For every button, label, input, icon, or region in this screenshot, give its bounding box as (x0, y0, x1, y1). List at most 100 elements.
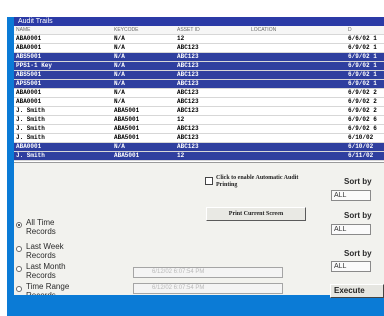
cell-asset-id: ABC123 (177, 53, 199, 60)
table-row[interactable]: J. Smith ABA5001 ABC123 6/9/02 2 (14, 107, 384, 116)
cell-name: ABA0001 (16, 44, 42, 51)
cell-name: ABA0001 (16, 98, 42, 105)
radio-all-time[interactable]: All Time Records (16, 218, 86, 236)
sort-by-select-2[interactable]: ALL (331, 224, 371, 235)
cell-location (251, 62, 313, 70)
cell-name: PPS1-1 Key (16, 62, 53, 69)
cell-keycode: ABA5001 (114, 116, 140, 123)
col-location[interactable]: LOCATION (251, 26, 313, 34)
cell-keycode: N/A (114, 44, 125, 51)
table-row[interactable]: J. Smith ABA5001 12 6/9/02 6 (14, 116, 384, 125)
cell-location (251, 80, 313, 88)
cell-keycode: N/A (114, 89, 125, 96)
col-keycode[interactable]: KEYCODE (114, 26, 174, 34)
table-row[interactable]: ABA0001 N/A ABC123 6/10/02 (14, 143, 384, 152)
table-row[interactable]: J. Smith ABA5001 ABC123 6/9/02 6 (14, 125, 384, 134)
radio-label: Last Week Records (26, 242, 64, 260)
cell-name: APS5001 (16, 80, 42, 87)
cell-asset-id: ABC123 (177, 44, 199, 51)
radio-label: Time Range Records (26, 282, 70, 295)
radio-last-week[interactable]: Last Week Records (16, 242, 86, 260)
cell-keycode: N/A (114, 98, 125, 105)
radio-label: All Time Records (26, 218, 56, 236)
cell-asset-id: ABC123 (177, 71, 199, 78)
print-screen-button[interactable]: Print Current Screen (206, 207, 306, 221)
date-from-field[interactable]: 6/12/02 6:07:54 PM (133, 267, 283, 278)
cell-asset-id: ABC123 (177, 98, 199, 105)
col-asset-id[interactable]: ASSET ID (177, 26, 247, 34)
cell-date: 6/9/02 1 (348, 71, 377, 78)
col-name[interactable]: NAME (16, 26, 114, 34)
cell-asset-id: ABC123 (177, 107, 199, 114)
audit-grid[interactable]: NAME KEYCODE ASSET ID LOCATION D ABA0001… (14, 26, 384, 163)
cell-location (251, 107, 313, 115)
cell-location (251, 152, 313, 160)
cell-date: 6/9/02 1 (348, 62, 377, 69)
radio-time-range[interactable]: Time Range Records (16, 282, 86, 295)
sort-by-label-2: Sort by (344, 211, 372, 220)
cell-asset-id: 12 (177, 116, 185, 123)
cell-asset-id: ABC123 (177, 80, 199, 87)
cell-location (251, 125, 313, 133)
table-row[interactable]: J. Smith ABA5001 12 6/11/02 (14, 152, 384, 161)
cell-location (251, 53, 313, 61)
radio-indicator[interactable] (16, 286, 22, 292)
col-date[interactable]: D (348, 26, 384, 34)
cell-asset-id: ABC123 (177, 89, 199, 96)
table-row[interactable]: ABS5001 N/A ABC123 6/9/02 1 (14, 53, 384, 62)
window-title: Audit Trails (14, 17, 384, 26)
cell-location (251, 116, 313, 124)
cell-asset-id: ABC123 (177, 143, 199, 150)
cell-name: J. Smith (16, 107, 45, 114)
cell-date: 6/9/02 2 (348, 98, 377, 105)
cell-keycode: N/A (114, 143, 125, 150)
grid-header: NAME KEYCODE ASSET ID LOCATION D (14, 26, 384, 35)
cell-keycode: ABA5001 (114, 107, 140, 114)
sort-by-label-1: Sort by (344, 177, 372, 186)
table-row[interactable]: ABA0001 N/A 12 6/6/02 1 (14, 35, 384, 44)
cell-location (251, 98, 313, 106)
cell-date: 6/11/02 (348, 152, 374, 159)
radio-indicator[interactable] (16, 246, 22, 252)
cell-keycode: N/A (114, 62, 125, 69)
auto-print-label: Click to enable Automatic Audit Printing (216, 175, 299, 188)
cell-asset-id: ABC123 (177, 134, 199, 141)
date-to-field[interactable]: 6/12/02 6:07:54 PM (133, 283, 283, 294)
table-row[interactable]: ABS5001 N/A ABC123 6/9/02 1 (14, 71, 384, 80)
table-row[interactable]: ABA0001 N/A ABC123 6/9/02 2 (14, 98, 384, 107)
cell-name: ABA0001 (16, 143, 42, 150)
sort-by-label-3: Sort by (344, 249, 372, 258)
auto-print-checkbox[interactable] (205, 177, 213, 185)
cell-location (251, 89, 313, 97)
sort-by-select-3[interactable]: ALL (331, 261, 371, 272)
cell-date: 6/6/02 1 (348, 35, 377, 42)
cell-location (251, 35, 313, 43)
cell-name: J. Smith (16, 134, 45, 141)
cell-date: 6/9/02 6 (348, 116, 377, 123)
cell-keycode: ABA5001 (114, 125, 140, 132)
cell-asset-id: ABC123 (177, 62, 199, 69)
cell-name: J. Smith (16, 152, 45, 159)
cell-date: 6/9/02 1 (348, 80, 377, 87)
radio-indicator[interactable] (16, 266, 22, 272)
table-row[interactable]: ABA0001 N/A ABC123 6/9/02 2 (14, 89, 384, 98)
cell-keycode: N/A (114, 35, 125, 42)
table-row[interactable]: APS5001 N/A ABC123 6/9/02 1 (14, 80, 384, 89)
execute-button[interactable]: Execute (330, 284, 384, 298)
sort-by-select-1[interactable]: ALL (331, 190, 371, 201)
table-row[interactable]: PPS1-1 Key N/A ABC123 6/9/02 1 (14, 62, 384, 71)
cell-name: ABS5001 (16, 53, 42, 60)
cell-location (251, 143, 313, 151)
cell-location (251, 71, 313, 79)
cell-date: 6/9/02 1 (348, 53, 377, 60)
cell-name: J. Smith (16, 116, 45, 123)
auto-print-option[interactable]: Click to enable Automatic Audit Printing (205, 175, 316, 189)
radio-last-month[interactable]: Last Month Records (16, 262, 86, 280)
cell-keycode: N/A (114, 71, 125, 78)
radio-indicator[interactable] (16, 222, 22, 228)
cell-asset-id: 12 (177, 152, 185, 159)
table-row[interactable]: ABA0001 N/A ABC123 6/9/02 1 (14, 44, 384, 53)
cell-keycode: N/A (114, 53, 125, 60)
table-row[interactable]: J. Smith ABA5001 ABC123 6/10/02 (14, 134, 384, 143)
cell-keycode: N/A (114, 80, 125, 87)
